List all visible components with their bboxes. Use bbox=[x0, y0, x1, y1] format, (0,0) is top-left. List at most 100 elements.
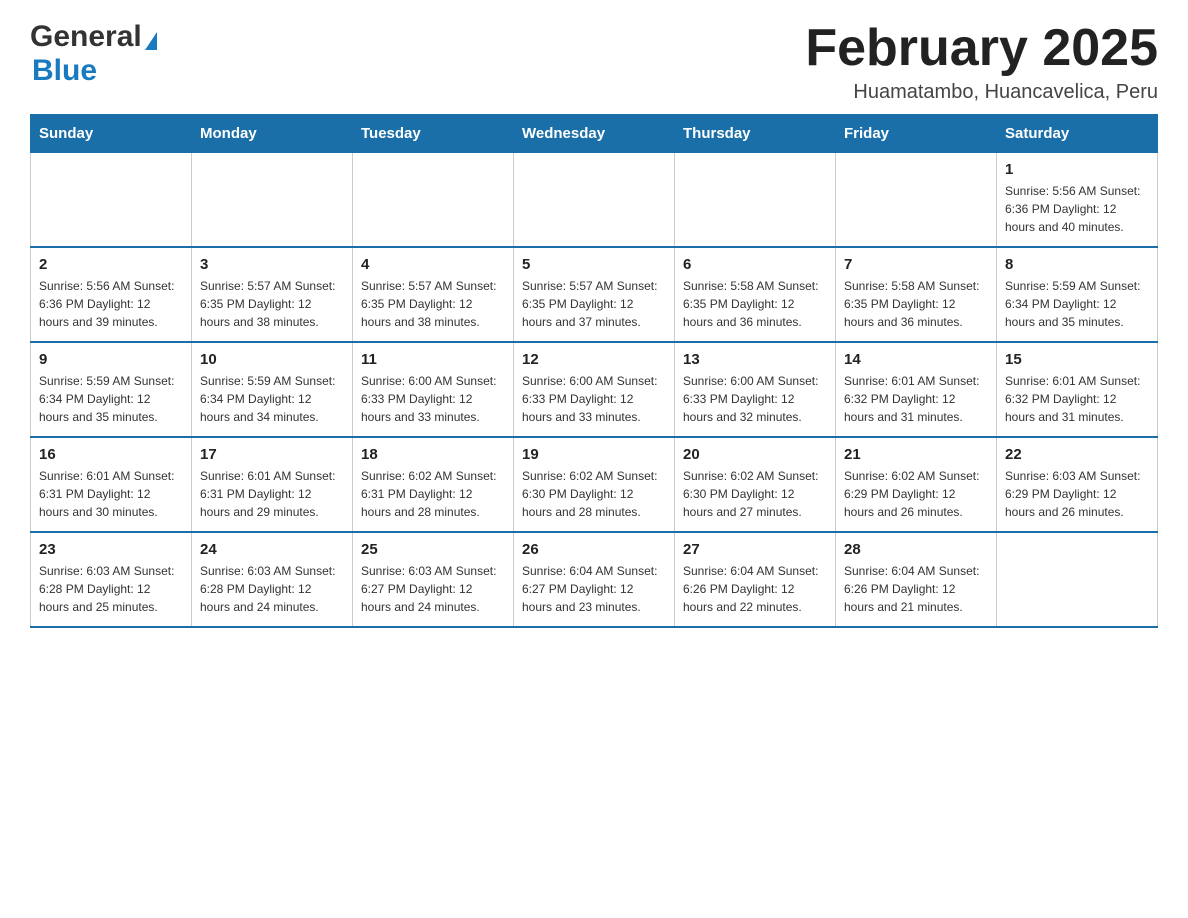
day-info: Sunrise: 5:59 AM Sunset: 6:34 PM Dayligh… bbox=[200, 372, 344, 426]
day-number: 14 bbox=[844, 351, 988, 368]
day-number: 7 bbox=[844, 256, 988, 273]
day-info: Sunrise: 6:01 AM Sunset: 6:31 PM Dayligh… bbox=[39, 467, 183, 521]
day-number: 12 bbox=[522, 351, 666, 368]
day-info: Sunrise: 6:01 AM Sunset: 6:32 PM Dayligh… bbox=[1005, 372, 1149, 426]
calendar-cell: 20Sunrise: 6:02 AM Sunset: 6:30 PM Dayli… bbox=[675, 437, 836, 532]
header-monday: Monday bbox=[192, 115, 353, 153]
day-number: 20 bbox=[683, 446, 827, 463]
calendar-cell: 4 Sunrise: 5:57 AM Sunset: 6:35 PM Daylig… bbox=[353, 247, 514, 342]
day-info: Sunrise: 6:04 AM Sunset: 6:26 PM Dayligh… bbox=[683, 562, 827, 616]
day-info: Sunrise: 6:03 AM Sunset: 6:29 PM Dayligh… bbox=[1005, 467, 1149, 521]
day-number: 28 bbox=[844, 541, 988, 558]
header-saturday: Saturday bbox=[997, 115, 1158, 153]
day-info: Sunrise: 5:59 AM Sunset: 6:34 PM Dayligh… bbox=[39, 372, 183, 426]
day-info: Sunrise: 6:00 AM Sunset: 6:33 PM Dayligh… bbox=[522, 372, 666, 426]
day-number: 25 bbox=[361, 541, 505, 558]
calendar-week-row: 1 Sunrise: 5:56 AM Sunset: 6:36 PM Daylig… bbox=[31, 153, 1158, 248]
day-number: 22 bbox=[1005, 446, 1149, 463]
day-info: Sunrise: 6:03 AM Sunset: 6:28 PM Dayligh… bbox=[39, 562, 183, 616]
day-info: Sunrise: 5:57 AM Sunset: 6:35 PM Dayligh… bbox=[200, 277, 344, 331]
day-info: Sunrise: 6:01 AM Sunset: 6:32 PM Dayligh… bbox=[844, 372, 988, 426]
day-number: 27 bbox=[683, 541, 827, 558]
day-info: Sunrise: 6:03 AM Sunset: 6:27 PM Dayligh… bbox=[361, 562, 505, 616]
calendar-cell: 9 Sunrise: 5:59 AM Sunset: 6:34 PM Daylig… bbox=[31, 342, 192, 437]
day-info: Sunrise: 5:57 AM Sunset: 6:35 PM Dayligh… bbox=[522, 277, 666, 331]
day-number: 15 bbox=[1005, 351, 1149, 368]
calendar-cell: 7 Sunrise: 5:58 AM Sunset: 6:35 PM Daylig… bbox=[836, 247, 997, 342]
logo-blue-text: Blue bbox=[32, 54, 97, 87]
calendar-cell bbox=[192, 153, 353, 248]
logo-general-text: General bbox=[30, 20, 142, 54]
day-info: Sunrise: 5:57 AM Sunset: 6:35 PM Dayligh… bbox=[361, 277, 505, 331]
calendar-cell bbox=[836, 153, 997, 248]
day-info: Sunrise: 6:00 AM Sunset: 6:33 PM Dayligh… bbox=[683, 372, 827, 426]
calendar-cell: 23 Sunrise: 6:03 AM Sunset: 6:28 PM Dayli… bbox=[31, 532, 192, 627]
day-number: 19 bbox=[522, 446, 666, 463]
calendar-week-row: 16 Sunrise: 6:01 AM Sunset: 6:31 PM Dayli… bbox=[31, 437, 1158, 532]
calendar-cell bbox=[997, 532, 1158, 627]
calendar-cell: 2 Sunrise: 5:56 AM Sunset: 6:36 PM Daylig… bbox=[31, 247, 192, 342]
day-info: Sunrise: 6:04 AM Sunset: 6:27 PM Dayligh… bbox=[522, 562, 666, 616]
calendar-cell: 21 Sunrise: 6:02 AM Sunset: 6:29 PM Dayli… bbox=[836, 437, 997, 532]
day-number: 8 bbox=[1005, 256, 1149, 273]
location-subtitle: Huamatambo, Huancavelica, Peru bbox=[805, 81, 1158, 104]
day-number: 10 bbox=[200, 351, 344, 368]
day-info: Sunrise: 5:58 AM Sunset: 6:35 PM Dayligh… bbox=[683, 277, 827, 331]
calendar-header: Sunday Monday Tuesday Wednesday Thursday… bbox=[31, 115, 1158, 153]
day-number: 11 bbox=[361, 351, 505, 368]
calendar-cell: 10 Sunrise: 5:59 AM Sunset: 6:34 PM Dayli… bbox=[192, 342, 353, 437]
calendar-cell: 12 Sunrise: 6:00 AM Sunset: 6:33 PM Dayli… bbox=[514, 342, 675, 437]
logo: General Blue bbox=[30, 20, 157, 88]
calendar-week-row: 23 Sunrise: 6:03 AM Sunset: 6:28 PM Dayli… bbox=[31, 532, 1158, 627]
calendar-week-row: 2 Sunrise: 5:56 AM Sunset: 6:36 PM Daylig… bbox=[31, 247, 1158, 342]
calendar-week-row: 9 Sunrise: 5:59 AM Sunset: 6:34 PM Daylig… bbox=[31, 342, 1158, 437]
calendar-cell: 6 Sunrise: 5:58 AM Sunset: 6:35 PM Daylig… bbox=[675, 247, 836, 342]
calendar-cell: 3 Sunrise: 5:57 AM Sunset: 6:35 PM Daylig… bbox=[192, 247, 353, 342]
calendar-cell: 28 Sunrise: 6:04 AM Sunset: 6:26 PM Dayli… bbox=[836, 532, 997, 627]
day-info: Sunrise: 5:59 AM Sunset: 6:34 PM Dayligh… bbox=[1005, 277, 1149, 331]
day-info: Sunrise: 6:00 AM Sunset: 6:33 PM Dayligh… bbox=[361, 372, 505, 426]
day-info: Sunrise: 6:02 AM Sunset: 6:29 PM Dayligh… bbox=[844, 467, 988, 521]
calendar-cell bbox=[675, 153, 836, 248]
day-number: 3 bbox=[200, 256, 344, 273]
calendar-cell: 15 Sunrise: 6:01 AM Sunset: 6:32 PM Dayli… bbox=[997, 342, 1158, 437]
calendar-cell: 24 Sunrise: 6:03 AM Sunset: 6:28 PM Dayli… bbox=[192, 532, 353, 627]
weekday-header-row: Sunday Monday Tuesday Wednesday Thursday… bbox=[31, 115, 1158, 153]
calendar-cell: 22 Sunrise: 6:03 AM Sunset: 6:29 PM Dayli… bbox=[997, 437, 1158, 532]
header-wednesday: Wednesday bbox=[514, 115, 675, 153]
calendar-cell: 16 Sunrise: 6:01 AM Sunset: 6:31 PM Dayli… bbox=[31, 437, 192, 532]
day-info: Sunrise: 6:02 AM Sunset: 6:31 PM Dayligh… bbox=[361, 467, 505, 521]
calendar-cell bbox=[31, 153, 192, 248]
day-number: 4 bbox=[361, 256, 505, 273]
day-number: 9 bbox=[39, 351, 183, 368]
day-number: 6 bbox=[683, 256, 827, 273]
day-number: 16 bbox=[39, 446, 183, 463]
calendar-cell: 13 Sunrise: 6:00 AM Sunset: 6:33 PM Dayli… bbox=[675, 342, 836, 437]
day-number: 23 bbox=[39, 541, 183, 558]
day-number: 5 bbox=[522, 256, 666, 273]
day-info: Sunrise: 5:56 AM Sunset: 6:36 PM Dayligh… bbox=[1005, 182, 1149, 236]
calendar-cell bbox=[514, 153, 675, 248]
day-info: Sunrise: 5:58 AM Sunset: 6:35 PM Dayligh… bbox=[844, 277, 988, 331]
calendar-cell: 11 Sunrise: 6:00 AM Sunset: 6:33 PM Dayli… bbox=[353, 342, 514, 437]
calendar-cell: 17Sunrise: 6:01 AM Sunset: 6:31 PM Dayli… bbox=[192, 437, 353, 532]
header-friday: Friday bbox=[836, 115, 997, 153]
day-number: 18 bbox=[361, 446, 505, 463]
day-number: 26 bbox=[522, 541, 666, 558]
day-info: Sunrise: 6:04 AM Sunset: 6:26 PM Dayligh… bbox=[844, 562, 988, 616]
day-number: 13 bbox=[683, 351, 827, 368]
day-info: Sunrise: 5:56 AM Sunset: 6:36 PM Dayligh… bbox=[39, 277, 183, 331]
day-number: 1 bbox=[1005, 161, 1149, 178]
calendar-cell: 26 Sunrise: 6:04 AM Sunset: 6:27 PM Dayli… bbox=[514, 532, 675, 627]
month-title: February 2025 bbox=[805, 20, 1158, 77]
day-number: 24 bbox=[200, 541, 344, 558]
day-number: 21 bbox=[844, 446, 988, 463]
calendar-cell bbox=[353, 153, 514, 248]
day-info: Sunrise: 6:03 AM Sunset: 6:28 PM Dayligh… bbox=[200, 562, 344, 616]
header-sunday: Sunday bbox=[31, 115, 192, 153]
header-tuesday: Tuesday bbox=[353, 115, 514, 153]
day-number: 2 bbox=[39, 256, 183, 273]
calendar-cell: 19Sunrise: 6:02 AM Sunset: 6:30 PM Dayli… bbox=[514, 437, 675, 532]
calendar-body: 1 Sunrise: 5:56 AM Sunset: 6:36 PM Daylig… bbox=[31, 153, 1158, 628]
calendar-cell: 14 Sunrise: 6:01 AM Sunset: 6:32 PM Dayli… bbox=[836, 342, 997, 437]
